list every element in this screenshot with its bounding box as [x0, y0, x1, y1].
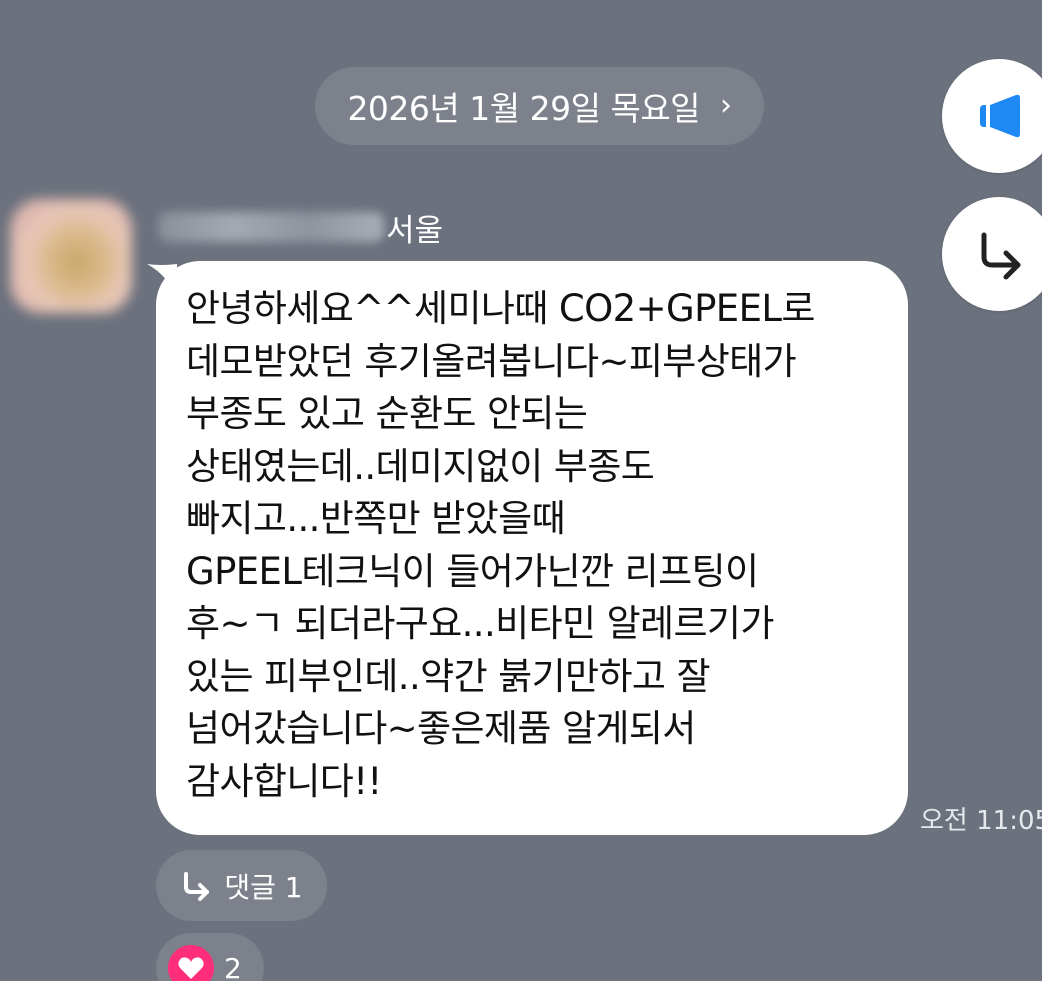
sender-name-text: 서울 — [386, 212, 444, 249]
reply-count-button[interactable]: 댓글 1 — [156, 850, 327, 921]
reply-arrow-icon — [184, 871, 210, 901]
sender-name[interactable]: 서울 — [158, 202, 443, 252]
message-bubble[interactable]: 안녕하세요^^세미나때 CO2+GPEEL로 데모받았던 후기올려봅니다~피부상… — [156, 261, 908, 835]
avatar[interactable] — [10, 199, 132, 313]
message-line: 상태였는데..데미지없이 부종도 — [186, 444, 655, 488]
message-line: 넘어갔습니다~좋은제품 알게되서 — [186, 707, 696, 750]
message-line: GPEEL테크닉이 들어가닌깐 리프팅이 — [186, 549, 759, 593]
heart-icon — [168, 945, 214, 981]
message-line: 안녕하세요^^세미나때 CO2+GPEEL로 — [186, 287, 815, 330]
message-time: 오전 11:05 — [920, 806, 1042, 836]
sender-name-blurred — [158, 212, 384, 242]
date-header-button[interactable]: 2026년 1월 29일 목요일 › — [315, 67, 764, 145]
message-line: 부종도 있고 순환도 안되는 — [186, 392, 588, 435]
like-reaction-button[interactable]: 2 — [156, 933, 264, 981]
chat-screen: 2026년 1월 29일 목요일 › 서울 안녕하세요^^세미나때 CO2+GP… — [0, 0, 1042, 981]
megaphone-icon — [980, 94, 1020, 138]
reply-arrow-icon — [981, 232, 1021, 280]
message-line: 감사합니다!! — [186, 759, 382, 803]
message-line: 있는 피부인데..약간 붉기만하고 잘 — [186, 654, 711, 698]
date-label: 2026년 1월 29일 목요일 — [347, 89, 701, 128]
message-line: 데모받았던 후기올려봅니다~피부상태가 — [186, 339, 797, 383]
like-count: 2 — [224, 951, 242, 981]
notice-button[interactable] — [942, 59, 1042, 173]
message-line: 후~ㄱ 되더라구요...비타민 알레르기가 — [186, 602, 774, 645]
reply-count-label: 댓글 1 — [224, 870, 303, 904]
chevron-right-icon: › — [720, 87, 732, 123]
message-line: 빠지고...반쪽만 받았을때 — [186, 497, 566, 540]
jump-to-reply-button[interactable] — [942, 197, 1042, 311]
